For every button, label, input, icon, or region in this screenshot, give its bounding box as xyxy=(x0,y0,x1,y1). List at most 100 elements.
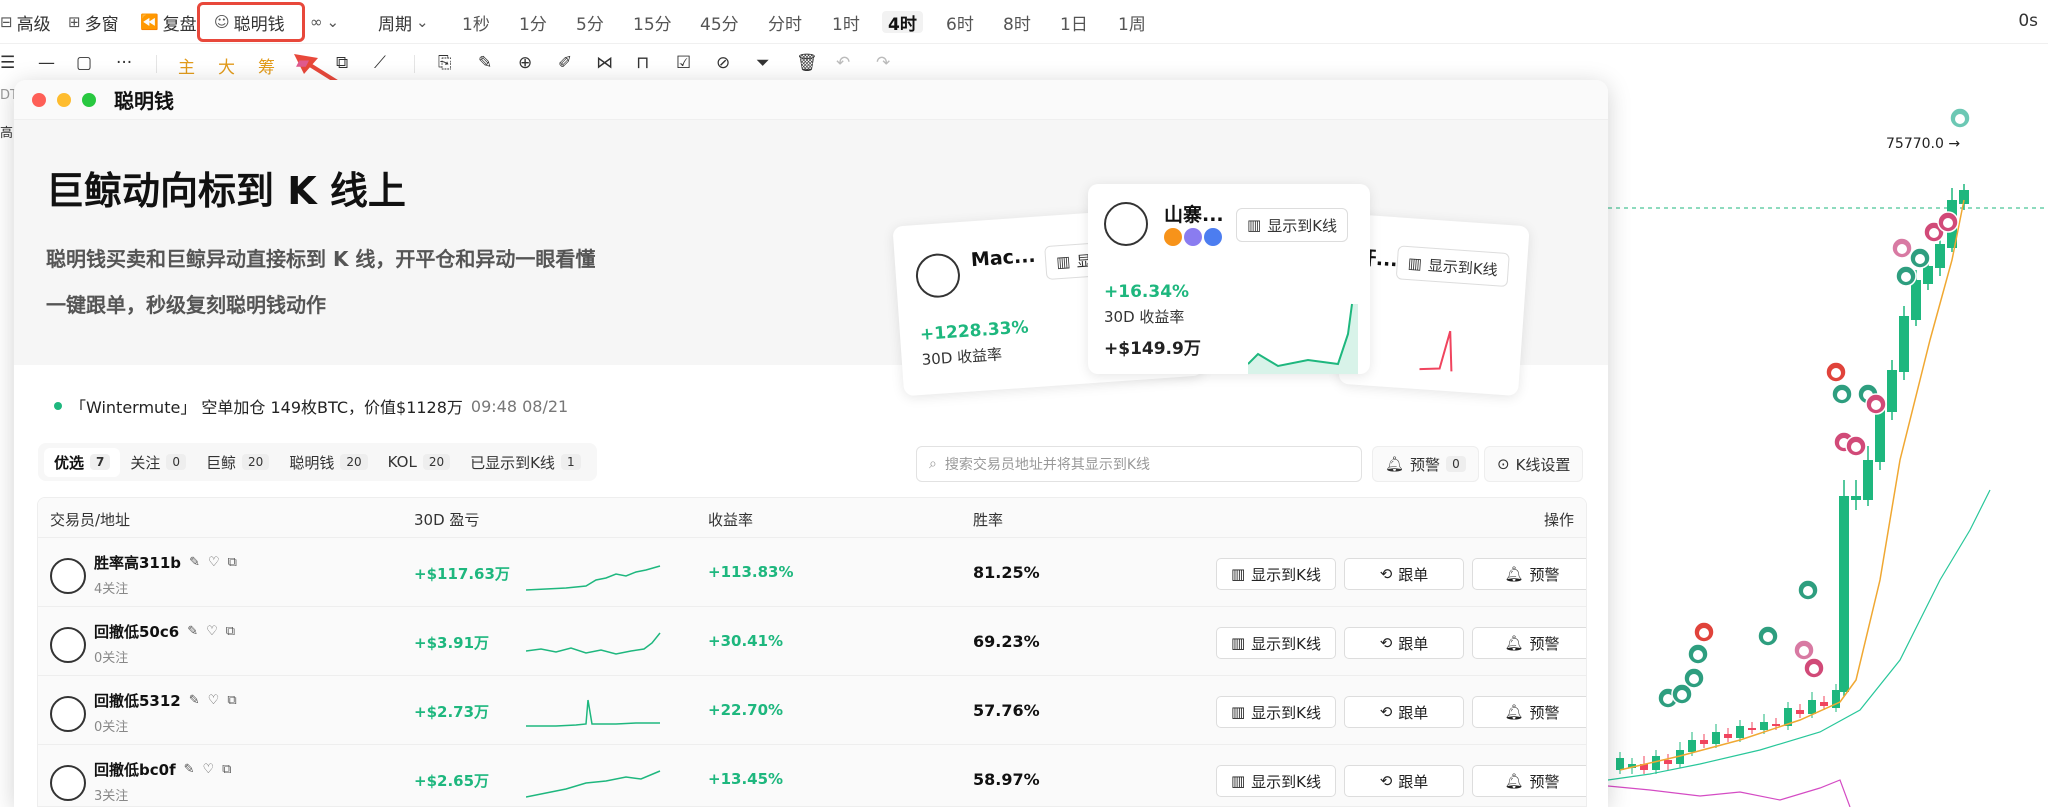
kline-settings-button[interactable]: ⊙ K线设置 xyxy=(1484,446,1584,482)
copy-trade-button[interactable]: ⟲ 跟单 xyxy=(1344,696,1464,728)
show-on-kline-button[interactable]: ▥ 显示到K线 xyxy=(1216,627,1336,659)
show-on-kline-button[interactable]: ▥ 显示到K线 xyxy=(1216,765,1336,797)
period-1h[interactable]: 1时 xyxy=(832,11,860,35)
replay-button[interactable]: ⏪ 复盘 xyxy=(140,11,197,35)
period-15m[interactable]: 15分 xyxy=(633,11,672,35)
tab-label: 关注 xyxy=(130,453,161,472)
pen-icon[interactable]: ✐ xyxy=(558,53,572,73)
filter-icon[interactable]: ⏷ xyxy=(756,53,770,73)
bell-icon: 🔔︎ xyxy=(1504,703,1524,721)
trader-search-input[interactable]: ⌕ 搜索交易员地址并将其显示到K线 xyxy=(916,446,1362,482)
heart-icon[interactable]: ♡ xyxy=(203,762,215,777)
period-8h[interactable]: 8时 xyxy=(1003,11,1031,35)
big-indicator-button[interactable]: 大 xyxy=(218,53,235,78)
tab-smart-money[interactable]: 聪明钱 20 xyxy=(279,448,377,477)
smart-money-tool-icon[interactable]: ▰ xyxy=(296,53,309,73)
live-dot-icon xyxy=(54,402,62,410)
candle-body xyxy=(1911,280,1921,320)
multi-window-button[interactable]: ⊞ 多窗 xyxy=(68,11,119,35)
table-row[interactable]: 回撤低5312 ✎ ♡ ⧉ 0关注 +$2.73万 +22.70% 57.76%… xyxy=(38,676,1586,745)
lock-icon[interactable]: ⊓ xyxy=(636,53,649,73)
maximize-window-button[interactable] xyxy=(82,92,96,107)
row-alert-button[interactable]: 🔔︎ 预警 xyxy=(1472,696,1586,728)
tab-following[interactable]: 关注 0 xyxy=(120,448,196,477)
table-row[interactable]: 回撤低bc0f ✎ ♡ ⧉ 3关注 +$2.65万 +13.45% 58.97%… xyxy=(38,745,1586,806)
edit-icon[interactable]: ☑ xyxy=(676,53,691,73)
alert-button[interactable]: 🔔︎ 预警 0 xyxy=(1372,446,1479,482)
heart-icon[interactable]: ♡ xyxy=(206,624,218,639)
multi-window-label: 多窗 xyxy=(84,14,119,35)
period-1s[interactable]: 1秒 xyxy=(462,11,490,35)
main-indicator-button[interactable]: 主 xyxy=(178,53,195,78)
activity-ticker[interactable]: 「Wintermute」 空单加仓 149枚BTC，价值$1128万 09:48… xyxy=(54,394,568,418)
tab-featured[interactable]: 优选 7 xyxy=(44,447,121,477)
period-1d[interactable]: 1日 xyxy=(1060,11,1088,35)
advanced-button[interactable]: ⊟ 高级 xyxy=(0,11,51,35)
cat-face-icon xyxy=(1799,646,1809,656)
line-tool-icon[interactable]: — xyxy=(38,53,55,73)
row-alert-button[interactable]: 🔔︎ 预警 xyxy=(1472,765,1586,797)
period-1m[interactable]: 1分 xyxy=(519,11,547,35)
tab-on-kline[interactable]: 已显示到K线 1 xyxy=(460,448,590,477)
copy-trade-button[interactable]: ⟲ 跟单 xyxy=(1344,558,1464,590)
candle-body xyxy=(1808,700,1816,714)
indicator-button[interactable]: ∞ ⌄ xyxy=(310,11,339,33)
copy-icon[interactable]: ⎘ xyxy=(438,53,452,73)
table-row[interactable]: 胜率高311b ✎ ♡ ⧉ 4关注 +$117.63万 +113.83% 81.… xyxy=(38,538,1586,607)
minimize-window-button[interactable] xyxy=(57,92,71,107)
undo-icon[interactable]: ↶ xyxy=(836,53,850,73)
period-dropdown[interactable]: 周期 ⌄ xyxy=(378,11,429,35)
copy-trade-button[interactable]: ⟲ 跟单 xyxy=(1344,765,1464,797)
period-1w[interactable]: 1周 xyxy=(1118,11,1146,35)
zoom-in-icon[interactable]: ⊕ xyxy=(518,53,532,73)
more-tools-icon[interactable]: ··· xyxy=(116,53,132,73)
period-5m[interactable]: 5分 xyxy=(576,11,604,35)
row-alert-button[interactable]: 🔔︎ 预警 xyxy=(1472,627,1586,659)
close-window-button[interactable] xyxy=(32,92,46,107)
edit-icon[interactable]: ✎ xyxy=(187,624,198,639)
measure-icon[interactable]: ⟋ xyxy=(374,53,386,73)
row-alert-button[interactable]: 🔔︎ 预警 xyxy=(1472,558,1586,590)
compare-icon[interactable]: ⧉ xyxy=(336,53,348,73)
heart-icon[interactable]: ♡ xyxy=(208,693,220,708)
show-on-kline-button[interactable]: ▥ 显示到K线 xyxy=(1216,696,1336,728)
redo-icon[interactable]: ↷ xyxy=(876,53,890,73)
heart-icon[interactable]: ♡ xyxy=(208,555,220,570)
copy-trade-button[interactable]: ⟲ 跟单 xyxy=(1344,627,1464,659)
trader-name-cell: 回撤低bc0f ✎ ♡ ⧉ xyxy=(94,759,231,780)
table-row[interactable]: 回撤低50c6 ✎ ♡ ⧉ 0关注 +$3.91万 +30.41% 69.23%… xyxy=(38,607,1586,676)
hero-line-2: 一键跟单，秒级复刻聪明钱动作 xyxy=(46,293,326,317)
copy-icon[interactable]: ⧉ xyxy=(227,693,236,708)
edit-icon[interactable]: ✎ xyxy=(189,693,200,708)
menu-icon[interactable]: ☰ xyxy=(0,53,15,73)
magnet-icon[interactable]: ⋈ xyxy=(596,53,613,73)
ruler-icon[interactable]: ✎ xyxy=(478,53,492,73)
candle-body xyxy=(1851,496,1861,500)
follower-count: 4关注 xyxy=(94,582,129,597)
button-label: 预警 xyxy=(1529,634,1560,653)
preview-show-button: ▥ 显示到K线 xyxy=(1395,245,1510,288)
high-price-value: 75770.0 xyxy=(1886,136,1944,152)
trash-icon[interactable]: 🗑 xyxy=(796,53,818,73)
period-45m[interactable]: 45分 xyxy=(700,11,739,35)
pnl-value: +$3.91万 xyxy=(414,634,490,652)
edit-icon[interactable]: ✎ xyxy=(184,762,195,777)
edit-icon[interactable]: ✎ xyxy=(189,555,200,570)
replay-label: 复盘 xyxy=(162,14,197,35)
period-timeline[interactable]: 分时 xyxy=(768,11,802,35)
tab-kol[interactable]: KOL 20 xyxy=(378,449,460,475)
indicator-line xyxy=(1607,779,1851,807)
chips-button[interactable]: 筹 xyxy=(258,53,275,78)
show-on-kline-button[interactable]: ▥ 显示到K线 xyxy=(1216,558,1336,590)
tab-label: 优选 xyxy=(54,453,85,472)
tab-whales[interactable]: 巨鲸 20 xyxy=(196,448,279,477)
rect-tool-icon[interactable]: ▢ xyxy=(76,53,92,73)
copy-icon[interactable]: ⧉ xyxy=(226,624,235,639)
copy-icon[interactable]: ⧉ xyxy=(228,555,237,570)
preview-button-label: 显示到K线 xyxy=(1267,216,1338,235)
period-4h[interactable]: 4时 xyxy=(882,11,923,35)
copy-icon[interactable]: ⧉ xyxy=(222,762,231,777)
link-icon[interactable]: ⊘ xyxy=(716,53,730,73)
period-6h[interactable]: 6时 xyxy=(946,11,974,35)
preview-sparkline xyxy=(1419,330,1453,372)
